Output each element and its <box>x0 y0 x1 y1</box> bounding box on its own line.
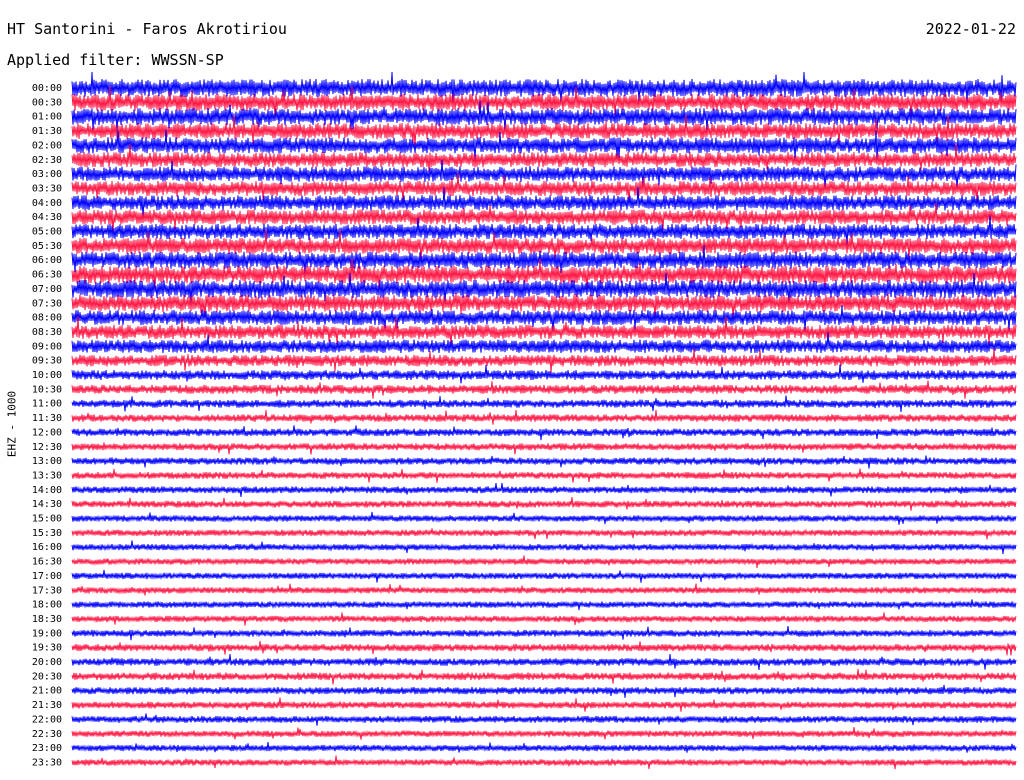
seismogram-trace <box>71 697 1017 712</box>
time-tick-label: 17:30 <box>32 585 62 596</box>
seismogram-trace <box>71 583 1017 596</box>
time-tick-label: 00:00 <box>32 83 62 94</box>
time-tick-label: 23:00 <box>32 743 62 754</box>
seismogram-trace <box>71 410 1017 425</box>
time-tick-label: 18:30 <box>32 614 62 625</box>
time-tick-label: 02:30 <box>32 155 62 166</box>
time-tick-label: 11:00 <box>32 399 62 410</box>
seismogram-trace <box>71 625 1017 641</box>
time-tick-label: 03:30 <box>32 183 62 194</box>
time-tick-label: 13:00 <box>32 456 62 467</box>
time-tick-label: 06:00 <box>32 255 62 266</box>
time-tick-label: 12:00 <box>32 427 62 438</box>
seismogram-trace <box>71 511 1017 525</box>
time-tick-label: 21:00 <box>32 686 62 697</box>
time-tick-label: 10:30 <box>32 384 62 395</box>
seismogram-trace <box>71 442 1017 455</box>
seismogram-trace <box>71 468 1017 483</box>
time-tick-label: 21:30 <box>32 700 62 711</box>
seismogram-traces <box>71 71 1017 770</box>
seismogram-trace <box>71 364 1017 384</box>
time-tick-label: 20:00 <box>32 657 62 668</box>
time-tick-label: 00:30 <box>32 97 62 108</box>
seismogram-trace <box>71 599 1017 611</box>
time-tick-label: 13:30 <box>32 470 62 481</box>
time-tick-label: 11:30 <box>32 413 62 424</box>
seismogram-trace <box>71 640 1017 656</box>
time-tick-label: 01:00 <box>32 112 62 123</box>
seismogram-trace <box>71 528 1017 540</box>
time-tick-label: 02:00 <box>32 140 62 151</box>
seismogram-trace <box>71 395 1017 413</box>
time-tick-label: 07:00 <box>32 284 62 295</box>
time-tick-label: 14:30 <box>32 499 62 510</box>
time-tick-label: 18:00 <box>32 600 62 611</box>
seismogram-trace <box>71 669 1017 685</box>
time-tick-label: 22:00 <box>32 714 62 725</box>
seismogram-trace <box>71 741 1017 753</box>
seismogram-plot: 00:00 00:30 01:00 01:30 02:00 02:30 03:00 03:30… <box>32 71 1017 770</box>
time-tick-label: 08:00 <box>32 313 62 324</box>
time-tick-label: 04:30 <box>32 212 62 223</box>
time-tick-label: 10:00 <box>32 370 62 381</box>
seismogram-trace <box>71 612 1017 626</box>
time-tick-label: 09:30 <box>32 356 62 367</box>
seismogram-trace <box>71 425 1017 441</box>
seismogram-trace <box>71 755 1017 770</box>
seismogram-trace <box>71 455 1017 469</box>
time-tick-label: 05:00 <box>32 227 62 238</box>
time-tick-label: 19:00 <box>32 628 62 639</box>
seismogram-trace <box>71 713 1017 726</box>
time-tick-label: 20:30 <box>32 671 62 682</box>
seismogram-trace <box>71 482 1017 498</box>
time-tick-labels: 00:00 00:30 01:00 01:30 02:00 02:30 03:00 03:30… <box>32 83 62 768</box>
seismogram-trace <box>71 540 1017 555</box>
seismogram-trace <box>71 348 1017 374</box>
seismogram-trace <box>71 684 1017 698</box>
time-tick-label: 07:30 <box>32 298 62 309</box>
time-tick-label: 09:00 <box>32 341 62 352</box>
time-tick-label: 15:30 <box>32 528 62 539</box>
time-tick-label: 06:30 <box>32 270 62 281</box>
time-tick-label: 12:30 <box>32 442 62 453</box>
time-tick-label: 03:00 <box>32 169 62 180</box>
seismogram-trace <box>71 496 1017 511</box>
time-tick-label: 22:30 <box>32 729 62 740</box>
time-tick-label: 17:00 <box>32 571 62 582</box>
seismogram-trace <box>71 569 1017 583</box>
time-tick-label: 01:30 <box>32 126 62 137</box>
time-tick-label: 14:00 <box>32 485 62 496</box>
seismogram-trace <box>71 727 1017 740</box>
time-tick-label: 23:30 <box>32 757 62 768</box>
seismogram-trace <box>71 653 1017 670</box>
time-tick-label: 16:30 <box>32 557 62 568</box>
seismogram-trace <box>71 555 1017 569</box>
time-tick-label: 08:30 <box>32 327 62 338</box>
time-tick-label: 04:00 <box>32 198 62 209</box>
time-tick-label: 05:30 <box>32 241 62 252</box>
seismogram-trace <box>71 380 1017 399</box>
time-tick-label: 19:30 <box>32 643 62 654</box>
time-tick-label: 15:00 <box>32 514 62 525</box>
time-tick-label: 16:00 <box>32 542 62 553</box>
